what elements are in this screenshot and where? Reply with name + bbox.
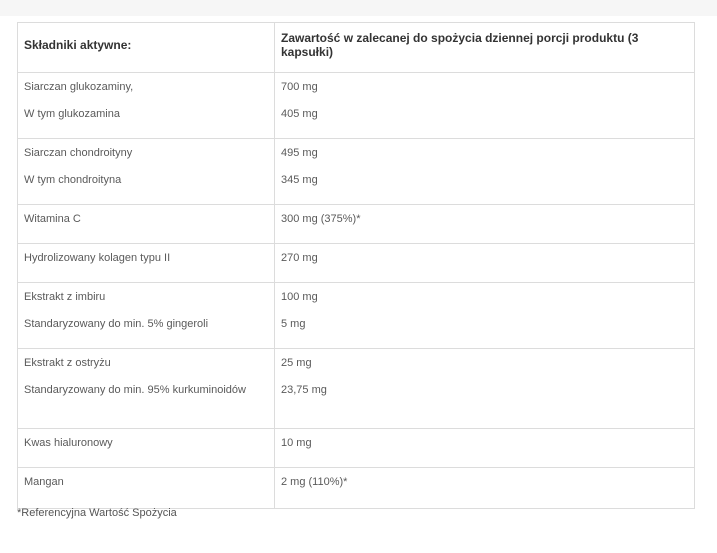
table-row: Mangan 2 mg (110%)* — [17, 467, 695, 509]
amount-cell: 100 mg 5 mg — [274, 282, 695, 349]
ingredient-sub: W tym glukozamina — [24, 108, 120, 120]
ingredient-cell: Kwas hialuronowy — [17, 428, 275, 468]
table-row: Witamina C 300 mg (375%)* — [17, 204, 695, 244]
amount-cell: 300 mg (375%)* — [274, 204, 695, 244]
ingredient-name: Ekstrakt z ostryżu — [24, 357, 111, 369]
amount-sub-value: 5 mg — [281, 318, 306, 330]
amount-cell: 700 mg 405 mg — [274, 72, 695, 139]
ingredient-cell: Siarczan chondroityny W tym chondroityna — [17, 138, 275, 205]
table-row: Siarczan glukozaminy, W tym glukozamina … — [17, 72, 695, 139]
amount-value: 100 mg — [281, 291, 318, 303]
ingredient-name: Ekstrakt z imbiru — [24, 291, 106, 303]
header-active-ingredients: Składniki aktywne: — [17, 22, 275, 73]
ingredients-table-wrapper: Składniki aktywne: Zawartość w zalecanej… — [17, 22, 695, 509]
amount-value: 10 mg — [281, 437, 312, 449]
table-row: Siarczan chondroityny W tym chondroityna… — [17, 138, 695, 205]
ingredient-sub: Standaryzowany do min. 5% gingeroli — [24, 318, 209, 330]
table-header-row: Składniki aktywne: Zawartość w zalecanej… — [17, 22, 695, 73]
amount-cell: 2 mg (110%)* — [274, 467, 695, 509]
amount-sub-value: 405 mg — [281, 108, 318, 120]
ingredient-cell: Witamina C — [17, 204, 275, 244]
ingredient-cell: Ekstrakt z imbiru Standaryzowany do min.… — [17, 282, 275, 349]
ingredient-sub: Standaryzowany do min. 95% kurkuminoidów — [24, 384, 246, 396]
amount-sub-value: 23,75 mg — [281, 384, 327, 396]
table-row: Ekstrakt z ostryżu Standaryzowany do min… — [17, 348, 695, 429]
ingredients-table: Składniki aktywne: Zawartość w zalecanej… — [17, 22, 695, 509]
top-bar — [0, 0, 717, 16]
table-row: Ekstrakt z imbiru Standaryzowany do min.… — [17, 282, 695, 349]
amount-cell: 495 mg 345 mg — [274, 138, 695, 205]
ingredient-name: Kwas hialuronowy — [24, 437, 113, 449]
footnote: *Referencyjna Wartość Spożycia — [17, 507, 177, 519]
ingredient-name: Witamina C — [24, 213, 81, 225]
header-daily-content: Zawartość w zalecanej do spożycia dzienn… — [274, 22, 695, 73]
table-row: Kwas hialuronowy 10 mg — [17, 428, 695, 468]
ingredient-cell: Mangan — [17, 467, 275, 509]
amount-cell: 10 mg — [274, 428, 695, 468]
amount-cell: 270 mg — [274, 243, 695, 283]
ingredient-name: Siarczan glukozaminy, — [24, 81, 134, 93]
ingredient-name: Mangan — [24, 476, 64, 488]
amount-cell: 25 mg 23,75 mg — [274, 348, 695, 429]
ingredient-sub: W tym chondroityna — [24, 174, 122, 186]
amount-value: 2 mg (110%)* — [281, 476, 348, 488]
amount-value: 495 mg — [281, 147, 318, 159]
ingredient-name: Siarczan chondroityny — [24, 147, 133, 159]
table-row: Hydrolizowany kolagen typu II 270 mg — [17, 243, 695, 283]
ingredient-cell: Siarczan glukozaminy, W tym glukozamina — [17, 72, 275, 139]
amount-sub-value: 345 mg — [281, 174, 318, 186]
ingredient-cell: Ekstrakt z ostryżu Standaryzowany do min… — [17, 348, 275, 429]
amount-value: 300 mg (375%)* — [281, 213, 361, 225]
ingredient-name: Hydrolizowany kolagen typu II — [24, 252, 171, 264]
amount-value: 700 mg — [281, 81, 318, 93]
amount-value: 25 mg — [281, 357, 312, 369]
ingredient-cell: Hydrolizowany kolagen typu II — [17, 243, 275, 283]
amount-value: 270 mg — [281, 252, 318, 264]
